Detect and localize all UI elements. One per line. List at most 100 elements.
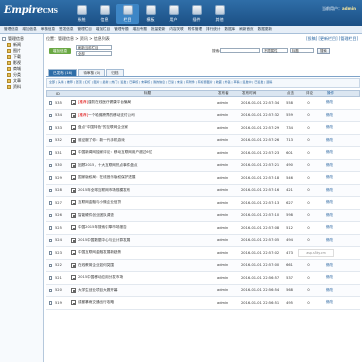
- row-edit-link[interactable]: 修改: [318, 100, 335, 105]
- row-title[interactable]: 2015中国数据中心与云计算发展: [78, 238, 217, 243]
- row-title-text[interactable]: 谨防在线医疗健康平台骗局: [88, 100, 131, 104]
- sub-menu-item[interactable]: 附件管理: [188, 27, 202, 32]
- status-tab[interactable]: 归档: [106, 69, 124, 76]
- sub-menu-item[interactable]: 管理栏目: [78, 27, 92, 32]
- row-edit-link[interactable]: 修改: [318, 200, 335, 205]
- row-select[interactable]: [46, 238, 55, 242]
- row-select[interactable]: [46, 163, 55, 167]
- row-edit-link[interactable]: 修改: [318, 175, 335, 180]
- row-select[interactable]: [46, 226, 55, 230]
- row-select[interactable]: [46, 151, 55, 155]
- row-title[interactable]: 大学生创业项目大赛开幕: [78, 288, 217, 293]
- scope-select[interactable]: 全部: [76, 51, 112, 56]
- row-checkbox[interactable]: [48, 163, 53, 167]
- row-title[interactable]: 2015中国移动应用分发市场: [78, 275, 217, 280]
- row-checkbox[interactable]: [48, 176, 53, 180]
- sub-menu-item[interactable]: 数据更新: [258, 27, 272, 32]
- row-title[interactable]: 成都暴雨交通出行攻略: [78, 300, 217, 305]
- top-nav-item[interactable]: 信息: [93, 4, 116, 24]
- row-edit-link[interactable]: 修改: [318, 238, 335, 243]
- row-edit-link[interactable]: 修改: [318, 163, 335, 168]
- row-checkbox[interactable]: [48, 251, 53, 255]
- row-title[interactable]: 谁征服了你：新一代手机游戏: [78, 138, 217, 143]
- search-input[interactable]: [220, 48, 260, 53]
- row-title-text[interactable]: 中国2015年搜索引擎市场报告: [78, 225, 127, 229]
- row-title[interactable]: 回顾2015，十大互联网热点事件盘点: [78, 163, 217, 168]
- attribute-select[interactable]: 不限属性: [262, 48, 288, 53]
- row-select[interactable]: [46, 263, 55, 267]
- row-checkbox[interactable]: [48, 138, 53, 142]
- row-checkbox[interactable]: [48, 201, 53, 205]
- row-title[interactable]: 在线教育企业如何突围: [78, 263, 217, 268]
- row-title-text[interactable]: 2015中国移动应用分发市场: [78, 275, 123, 279]
- row-title-text[interactable]: 互联网金融与小微企业信贷: [78, 200, 121, 204]
- row-title-text[interactable]: 一个哈佛跨界的移动支付公司: [88, 113, 135, 117]
- tree-item[interactable]: 资料: [0, 84, 43, 90]
- row-title[interactable]: 国家版权局：在线音乐版权保护进展: [78, 175, 217, 180]
- sub-menu-item[interactable]: 增加信息: [22, 27, 36, 32]
- row-title[interactable]: 中国互联网金融发展新趋势: [78, 250, 217, 255]
- top-nav-item[interactable]: 用户: [162, 4, 185, 24]
- sub-menu-item[interactable]: 签发信息: [59, 27, 73, 32]
- row-edit-link[interactable]: 修改: [318, 263, 335, 268]
- row-title-text[interactable]: 智能硬件创业团队调查: [78, 213, 114, 217]
- top-nav-item[interactable]: 模板: [139, 4, 162, 24]
- row-edit-link[interactable]: 修改: [318, 125, 335, 130]
- row-select[interactable]: [46, 251, 55, 255]
- row-select[interactable]: [46, 113, 55, 117]
- filter-links[interactable]: 全部 | 头条 | 推荐 | 置顶 | 幻灯 | 图片 | 最新 | 热门 | …: [46, 78, 360, 88]
- row-title[interactable]: 中国新闻网独家评论：移动互联网用户超过6亿: [78, 150, 217, 155]
- sub-menu-item[interactable]: 增加栏目: [96, 27, 110, 32]
- row-checkbox[interactable]: [48, 226, 53, 230]
- row-edit-link[interactable]: 修改: [318, 150, 335, 155]
- row-title-text[interactable]: 谁征服了你：新一代手机游戏: [78, 138, 125, 142]
- row-title[interactable]: [推荐]一个哈佛跨界的移动支付公司: [78, 113, 217, 118]
- status-tab[interactable]: 已发布 (16): [48, 69, 78, 76]
- row-checkbox[interactable]: [48, 238, 53, 242]
- username[interactable]: admin: [342, 6, 356, 11]
- row-title-text[interactable]: 大学生创业项目大赛开幕: [78, 288, 118, 292]
- row-select[interactable]: [46, 126, 55, 130]
- row-title-text[interactable]: 中国互联网金融发展新趋势: [78, 250, 121, 254]
- top-nav-item[interactable]: 系统: [70, 4, 93, 24]
- row-edit-link[interactable]: 修改: [318, 113, 335, 118]
- row-checkbox[interactable]: [48, 263, 53, 267]
- row-checkbox[interactable]: [48, 151, 53, 155]
- row-title-text[interactable]: 国家版权局：在线音乐版权保护进展: [78, 175, 136, 179]
- row-edit-link[interactable]: 修改: [318, 275, 335, 280]
- row-edit-link[interactable]: 修改: [318, 138, 335, 143]
- sub-menu-item[interactable]: 数据库: [225, 27, 236, 32]
- row-title-text[interactable]: 在线教育企业如何突围: [78, 263, 114, 267]
- row-select[interactable]: [46, 138, 55, 142]
- row-select[interactable]: [46, 301, 55, 305]
- row-checkbox[interactable]: [48, 126, 53, 130]
- row-title-text[interactable]: 2015中国数据中心与云计算发展: [78, 238, 130, 242]
- row-edit-link[interactable]: 修改: [318, 213, 335, 218]
- row-title[interactable]: 2015年全球互联网市场规模发布: [78, 188, 217, 193]
- row-title-text[interactable]: 成都暴雨交通出行攻略: [78, 300, 114, 304]
- row-edit-link[interactable]: 修改: [318, 300, 335, 305]
- row-title-text[interactable]: 2015年全球互联网市场规模发布: [78, 188, 130, 192]
- field-select[interactable]: 标题: [290, 48, 314, 53]
- row-select[interactable]: [46, 213, 55, 217]
- row-title[interactable]: 中国2015年搜索引擎市场报告: [78, 225, 217, 230]
- row-select[interactable]: [46, 188, 55, 192]
- sub-menu-item[interactable]: 刷新首页: [239, 27, 253, 32]
- refresh-select[interactable]: 刷新当前栏目: [76, 45, 112, 50]
- row-title[interactable]: [推荐]谨防在线医疗健康平台骗局: [78, 100, 217, 105]
- row-edit-link[interactable]: 修改: [318, 225, 335, 230]
- top-nav-item[interactable]: 栏目: [116, 4, 139, 24]
- row-select[interactable]: [46, 176, 55, 180]
- row-checkbox[interactable]: [48, 213, 53, 217]
- status-tab[interactable]: 待审核 (0): [78, 69, 106, 76]
- crumb-actions[interactable]: [投稿] [更新栏目] [管理栏目]: [306, 35, 358, 42]
- top-nav-item[interactable]: 插件: [185, 4, 208, 24]
- sub-menu-item[interactable]: 管理专题: [114, 27, 128, 32]
- row-edit-link[interactable]: 修改: [318, 288, 335, 293]
- sub-menu-item[interactable]: 批量更新: [151, 27, 165, 32]
- row-checkbox[interactable]: [48, 188, 53, 192]
- row-title-text[interactable]: 中国新闻网独家评论：移动互联网用户超过6亿: [78, 150, 152, 154]
- top-nav-item[interactable]: 其他: [208, 4, 231, 24]
- row-edit-link[interactable]: 修改: [318, 188, 335, 193]
- sub-menu-item[interactable]: 管理信息: [4, 27, 18, 32]
